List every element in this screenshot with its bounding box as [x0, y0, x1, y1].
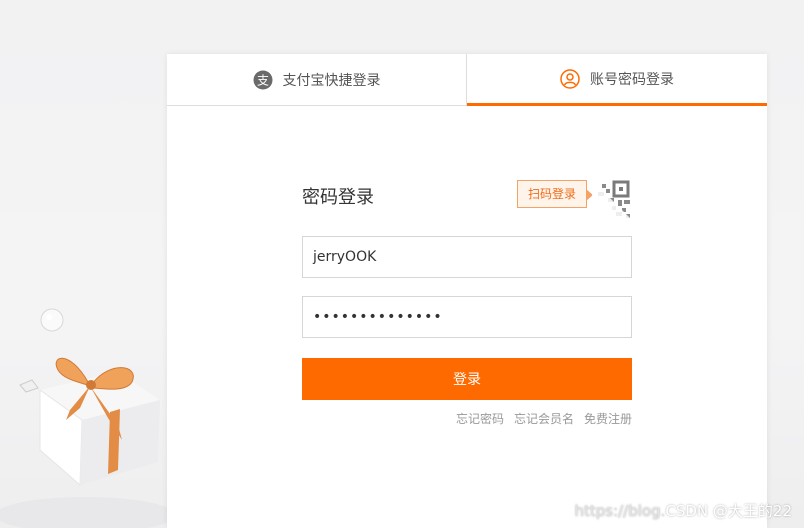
tab-account-label: 账号密码登录 [590, 71, 674, 88]
help-links: 忘记密码 忘记会员名 免费注册 [456, 410, 632, 427]
tab-account-password-login[interactable]: 账号密码登录 [467, 54, 767, 106]
forgot-username-link[interactable]: 忘记会员名 [514, 410, 574, 427]
qr-login-tip[interactable]: 扫码登录 [517, 180, 593, 208]
csdn-watermark: https://blog.CSDN @大王的22 [574, 500, 792, 521]
login-tabs: 支 支付宝快捷登录 账号密码登录 [167, 54, 767, 106]
register-link[interactable]: 免费注册 [584, 410, 632, 427]
user-circle-icon [560, 68, 580, 89]
form-title: 密码登录 [302, 187, 374, 208]
svg-text:支: 支 [256, 73, 268, 87]
watermark-url: https://blog. [574, 502, 666, 520]
tab-alipay-quick-login[interactable]: 支 支付宝快捷登录 [167, 54, 467, 106]
tab-alipay-label: 支付宝快捷登录 [282, 72, 381, 89]
alipay-icon: 支 [253, 70, 272, 89]
watermark-text: CSDN @大王的22 [665, 502, 792, 520]
forgot-password-link[interactable]: 忘记密码 [456, 410, 504, 427]
username-input[interactable]: jerryOOK [302, 236, 632, 278]
password-input[interactable]: •••••••••••••• [302, 296, 632, 338]
qr-code-icon[interactable] [592, 180, 632, 220]
login-card: 支 支付宝快捷登录 账号密码登录 密码登录 扫码登录 jerryOOK ••••… [167, 54, 767, 528]
gift-decoration [0, 308, 170, 528]
login-button[interactable]: 登录 [302, 358, 632, 400]
